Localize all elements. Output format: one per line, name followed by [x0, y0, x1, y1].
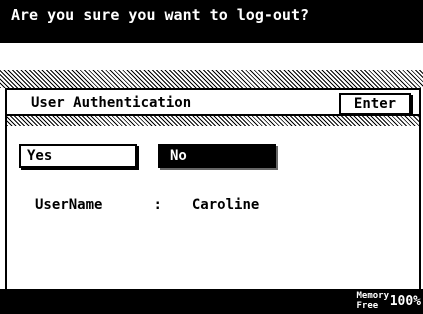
message-header: Are you sure you want to log-out? — [0, 0, 423, 43]
auth-panel-header: User Authentication Enter — [7, 88, 419, 116]
memory-free-label: Memory Free — [356, 291, 389, 311]
enter-button[interactable]: Enter — [339, 93, 411, 115]
memory-label-line2: Free — [356, 301, 379, 311]
status-bar: Memory Free 100% — [0, 289, 423, 314]
no-button[interactable]: No — [158, 144, 276, 168]
hatched-divider-panel — [7, 116, 419, 126]
username-label: UserName — [35, 197, 103, 213]
hatched-divider — [0, 70, 423, 88]
memory-free-value: 100% — [389, 294, 421, 309]
username-value: Caroline — [191, 197, 260, 213]
username-separator: : — [153, 197, 162, 213]
logout-prompt: Are you sure you want to log-out? — [11, 6, 310, 24]
auth-panel: User Authentication Enter Yes No UserNam… — [5, 88, 421, 295]
username-row: UserName : Caroline — [35, 196, 259, 214]
memory-label-line1: Memory — [356, 291, 389, 301]
yes-button[interactable]: Yes — [19, 144, 137, 168]
panel-title: User Authentication — [31, 95, 192, 111]
